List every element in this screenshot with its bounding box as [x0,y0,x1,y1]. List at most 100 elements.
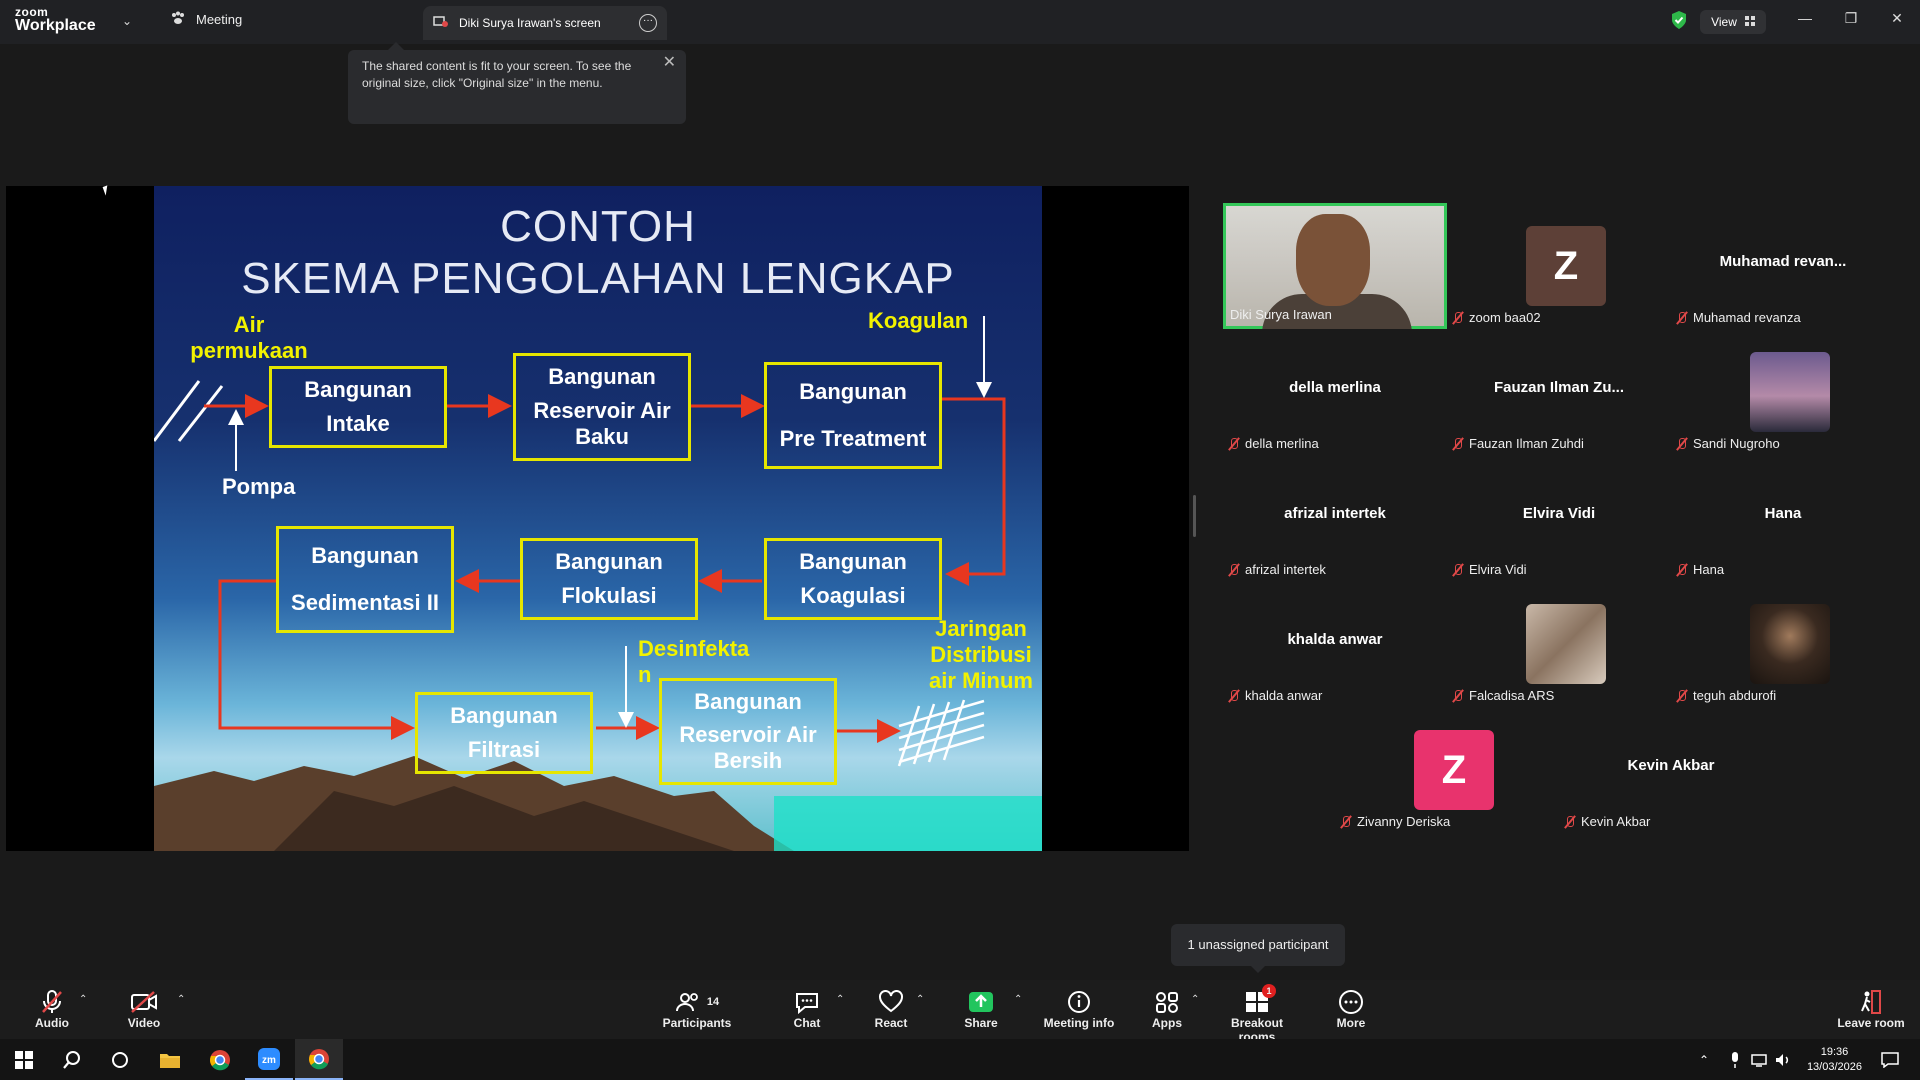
participant-tile[interactable]: Sandi Nugroho [1671,329,1895,455]
leave-room-icon [1826,988,1916,1016]
search-icon[interactable] [48,1039,96,1080]
windows-taskbar: zm ⌃ 19:36 13/03/2026 [0,1039,1920,1080]
share-screen-icon [433,15,449,32]
more-options-icon[interactable]: ··· [639,14,657,32]
box-sedimentasi-line1: Bangunan [311,543,419,569]
info-icon [1034,988,1124,1016]
close-icon[interactable]: ✕ [663,54,676,71]
file-explorer-icon[interactable] [146,1039,194,1080]
box-koagulasi-line1: Bangunan [799,549,907,574]
participant-display-name: Kevin Akbar [1627,757,1715,774]
chevron-down-icon[interactable]: ⌄ [122,14,132,28]
meeting-tab[interactable]: Meeting [170,11,242,28]
shield-check-icon[interactable] [1670,10,1688,30]
shared-screen-tab[interactable]: Diki Surya Irawan's screen ··· [423,6,667,40]
windows-start-icon[interactable] [0,1039,48,1080]
svg-text:zm: zm [262,1055,276,1066]
participant-name: afrizal intertek [1245,562,1326,577]
box-intake: Bangunan Intake [269,366,447,448]
participant-tile[interactable]: Z Zivanny Deriska [1335,707,1559,833]
view-button[interactable]: View [1700,10,1766,34]
leave-room-button[interactable]: Leave room [1826,988,1916,1030]
minimize-icon[interactable]: — [1790,10,1820,26]
grid-view-icon [1744,15,1755,29]
breakout-rooms-button[interactable]: 1 Breakout rooms [1212,984,1302,1044]
participant-tile[interactable]: khalda anwar khalda anwar [1223,581,1447,707]
participant-caption: Elvira Vidi [1451,562,1527,577]
participant-tile[interactable]: afrizal intertek afrizal intertek [1223,455,1447,581]
participant-tile[interactable]: Elvira Vidi Elvira Vidi [1447,455,1671,581]
restore-icon[interactable]: ❐ [1836,10,1866,27]
mic-muted-icon [1451,689,1465,703]
participant-tile[interactable]: Muhamad revan... Muhamad revanza [1671,203,1895,329]
participant-caption: teguh abdurofi [1675,688,1776,703]
box-pre-treatment-line1: Bangunan [799,379,907,405]
video-options-caret-icon[interactable]: ⌃ [177,994,185,1005]
box-sedimentasi: Bangunan Sedimentasi II [276,526,454,633]
participant-tile[interactable]: Diki Surya Irawan [1223,203,1447,334]
video-off-icon [99,988,189,1016]
clock-date: 13/03/2026 [1806,1061,1862,1073]
share-options-caret-icon[interactable]: ⌃ [1014,994,1022,1005]
box-flokulasi-line2: Flokulasi [561,583,657,608]
show-hidden-icons-icon[interactable]: ⌃ [1692,1039,1716,1080]
chrome-icon[interactable] [196,1039,244,1080]
panel-resize-handle[interactable] [1193,495,1196,537]
cortana-icon[interactable] [96,1039,144,1080]
meeting-tab-label: Meeting [196,12,243,27]
close-window-icon[interactable]: ✕ [1882,10,1912,27]
participant-name: Kevin Akbar [1581,814,1651,829]
participant-tile[interactable]: Hana Hana [1671,455,1895,581]
video-button[interactable]: Video [99,988,189,1030]
participant-name: Elvira Vidi [1469,562,1527,577]
avatar: Z [1414,730,1494,810]
mic-muted-icon [1675,563,1689,577]
participant-tile[interactable]: Kevin Akbar Kevin Akbar [1559,707,1783,833]
participant-tile[interactable]: Fauzan Ilman Zu... Fauzan Ilman Zuhdi [1447,329,1671,455]
participant-tile[interactable]: Falcadisa ARS [1447,581,1671,707]
share-button[interactable]: Share [936,988,1026,1030]
network-icon[interactable] [1748,1039,1770,1080]
label-air-text: Air [233,312,265,337]
chat-options-caret-icon[interactable]: ⌃ [836,994,844,1005]
audio-options-caret-icon[interactable]: ⌃ [79,994,87,1005]
label-pompa: Pompa [222,474,296,499]
box-koagulasi-line2: Koagulasi [800,583,906,608]
notifications-icon[interactable] [1870,1039,1910,1080]
box-sedimentasi-line2: Sedimentasi II [291,589,439,615]
avatar: Z [1526,226,1606,306]
react-options-caret-icon[interactable]: ⌃ [916,994,924,1005]
participant-tile[interactable]: teguh abdurofi [1671,581,1895,707]
participant-display-name: khalda anwar [1287,631,1383,648]
participant-caption: afrizal intertek [1227,562,1326,577]
box-intake-line1: Bangunan [304,377,412,402]
zoom-logo[interactable]: zoom Workplace [15,6,96,34]
more-button[interactable]: More [1306,988,1396,1030]
share-label: Share [964,1016,998,1030]
volume-icon[interactable] [1772,1039,1794,1080]
unassigned-participant-tip[interactable]: 1 unassigned participant [1171,924,1345,973]
meeting-info-button[interactable]: Meeting info [1034,988,1124,1030]
participant-tile[interactable]: della merlina della merlina [1223,329,1447,455]
mic-muted-icon [1563,815,1577,829]
participant-caption: Falcadisa ARS [1451,688,1554,703]
participant-tile[interactable]: Z zoom baa02 [1447,203,1671,329]
participant-name: della merlina [1245,436,1319,451]
participants-button[interactable]: 14 Participants [652,988,742,1030]
participant-name: Fauzan Ilman Zuhdi [1469,436,1584,451]
box-flokulasi-line1: Bangunan [555,549,663,574]
taskbar-clock[interactable]: 19:36 13/03/2026 [1807,1045,1862,1075]
box-filtrasi-line2: Filtrasi [467,737,541,762]
participant-caption: Fauzan Ilman Zuhdi [1451,436,1584,451]
label-koagulan: Koagulan [868,308,969,333]
box-reservoir-baku-line1: Bangunan [548,364,656,389]
participant-caption: Diki Surya Irawan [1230,307,1332,322]
apps-options-caret-icon[interactable]: ⌃ [1191,994,1199,1005]
shared-screen-area[interactable]: CONTOH SKEMA PENGOLAHAN LENGKAP Air perm… [6,186,1189,851]
tooltip-text: The shared content is fit to your screen… [362,59,632,90]
participant-caption: Hana [1675,562,1724,577]
zoom-app-icon[interactable]: zm [245,1039,293,1080]
microphone-icon[interactable] [1725,1039,1745,1080]
meeting-toolbar: Audio ⌃ Video ⌃ 14 Participants Chat ⌃ R… [0,980,1920,1044]
chrome-active-icon[interactable] [295,1039,343,1080]
